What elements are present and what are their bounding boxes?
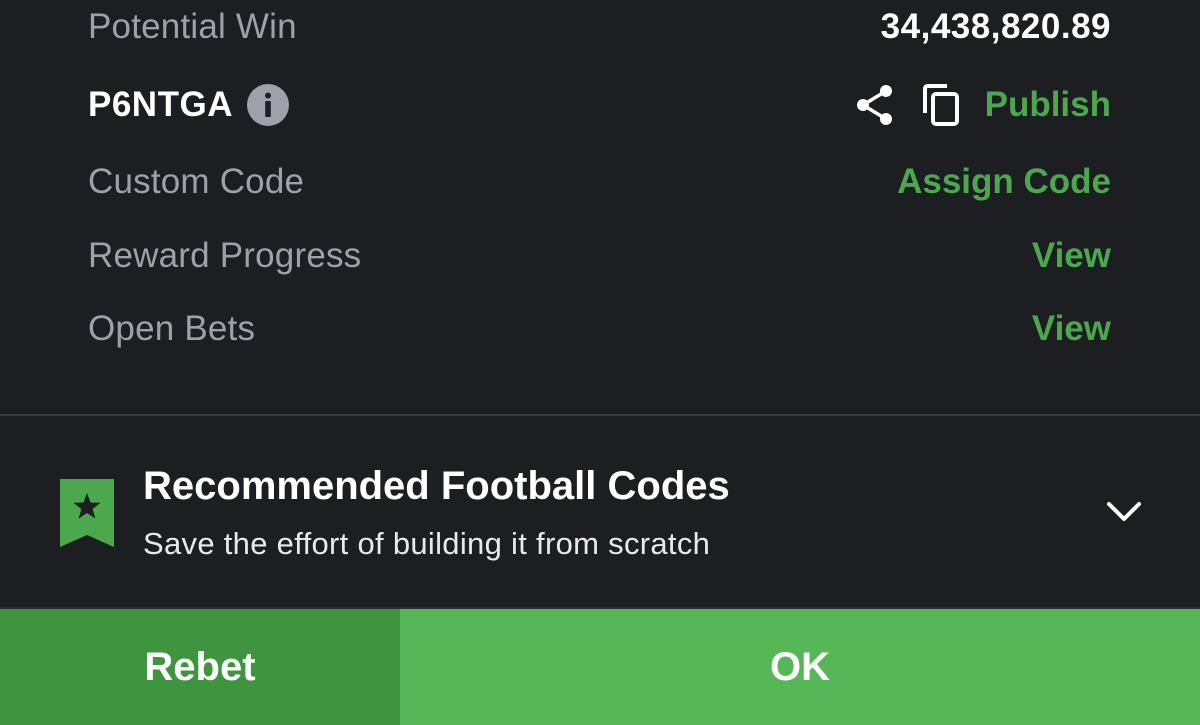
info-icon[interactable] xyxy=(246,84,289,126)
open-bets-label: Open Bets xyxy=(88,309,256,348)
booking-code-actions: Publish xyxy=(853,83,1111,127)
publish-link[interactable]: Publish xyxy=(985,85,1111,125)
recommended-codes-title: Recommended Football Codes xyxy=(143,464,730,508)
chevron-down-icon[interactable] xyxy=(1104,496,1144,528)
potential-win-label: Potential Win xyxy=(88,7,297,46)
reward-progress-view-link[interactable]: View xyxy=(1032,236,1111,276)
reward-progress-label: Reward Progress xyxy=(88,236,362,275)
share-icon[interactable] xyxy=(853,83,897,127)
reward-progress-row: Reward Progress View xyxy=(88,231,1111,281)
bet-receipt-panel: Potential Win 34,438,820.89 P6NTGA Publi… xyxy=(0,0,1200,725)
rebet-button[interactable]: Rebet xyxy=(0,609,400,725)
booking-code-row: P6NTGA Publish xyxy=(88,80,1111,130)
assign-code-link[interactable]: Assign Code xyxy=(897,162,1111,202)
ok-button[interactable]: OK xyxy=(400,609,1200,725)
open-bets-view-link[interactable]: View xyxy=(1032,309,1111,349)
custom-code-label: Custom Code xyxy=(88,162,305,201)
recommended-codes-section[interactable]: Recommended Football Codes Save the effo… xyxy=(0,416,1200,608)
potential-win-value: 34,438,820.89 xyxy=(880,7,1111,46)
bookmark-star-icon xyxy=(60,479,114,547)
potential-win-row: Potential Win 34,438,820.89 xyxy=(88,2,1111,52)
open-bets-row: Open Bets View xyxy=(88,304,1111,354)
booking-code-group: P6NTGA xyxy=(88,84,289,126)
booking-code: P6NTGA xyxy=(88,85,233,124)
recommended-codes-subtitle: Save the effort of building it from scra… xyxy=(143,526,711,561)
custom-code-row: Custom Code Assign Code xyxy=(88,157,1111,207)
copy-icon[interactable] xyxy=(919,83,963,127)
